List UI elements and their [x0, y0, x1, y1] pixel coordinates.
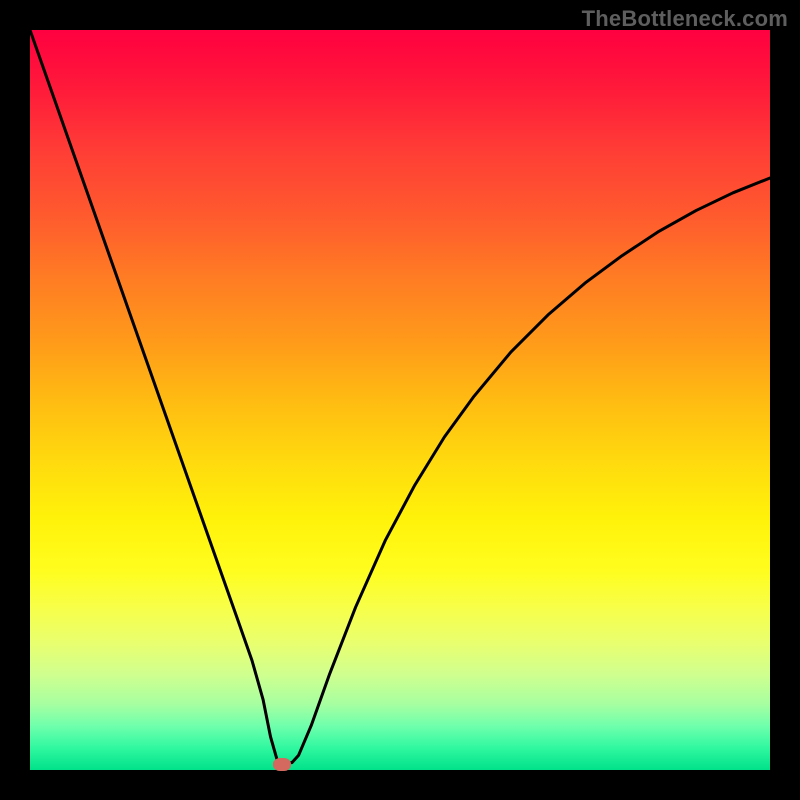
watermark-text: TheBottleneck.com: [582, 6, 788, 32]
optimal-point-marker: [273, 758, 291, 771]
plot-area: [30, 30, 770, 770]
chart-frame: TheBottleneck.com: [0, 0, 800, 800]
